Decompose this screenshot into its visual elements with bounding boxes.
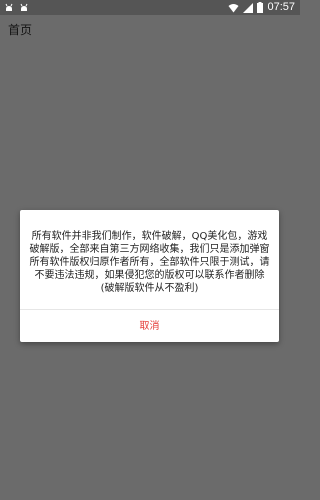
- system-status: 07:57: [228, 1, 295, 14]
- page-title: 首页: [8, 23, 33, 37]
- app-bar: 首页: [0, 15, 300, 45]
- notification-icons: [4, 1, 29, 14]
- status-bar: 07:57: [0, 0, 300, 15]
- status-time: 07:57: [267, 1, 295, 13]
- dialog-message: 所有软件并非我们制作，软件破解，QQ美化包，游戏破解版，全部来自第三方网络收集，…: [29, 231, 270, 294]
- cancel-button[interactable]: 取消: [20, 310, 279, 342]
- disclaimer-dialog: 所有软件并非我们制作，软件破解，QQ美化包，游戏破解版，全部来自第三方网络收集，…: [20, 210, 279, 342]
